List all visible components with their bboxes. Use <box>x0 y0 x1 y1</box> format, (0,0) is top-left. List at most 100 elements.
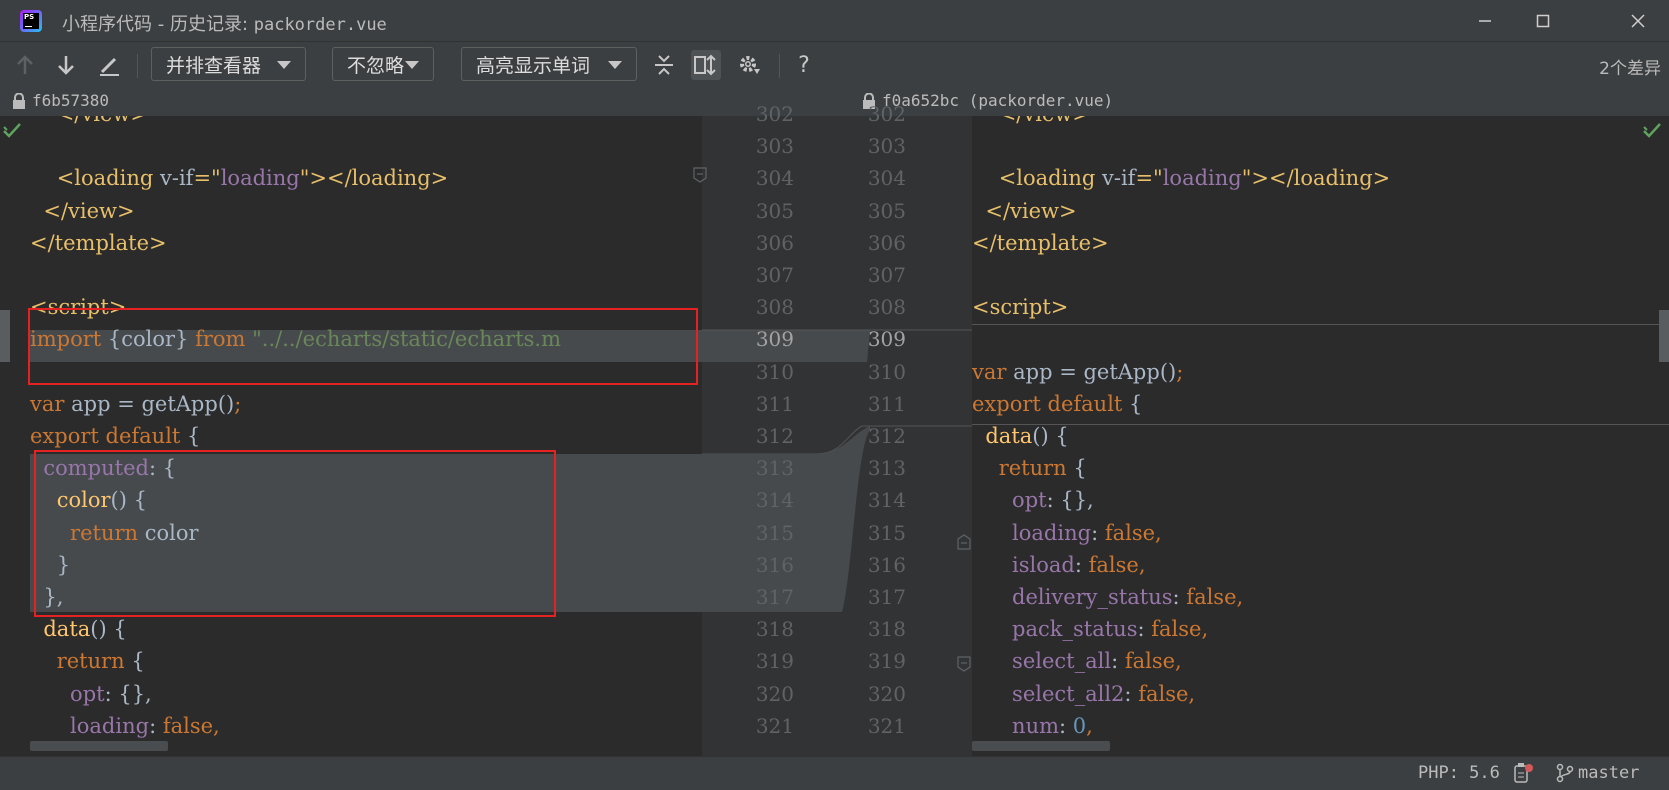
code-token: <loading <box>30 166 160 191</box>
code-token: loading <box>220 166 300 191</box>
code-line: </view> <box>972 195 1077 227</box>
code-token: opt <box>972 488 1047 513</box>
code-token: </view> <box>972 198 1077 223</box>
code-token: num <box>972 713 1060 738</box>
chevron-down-icon <box>277 61 291 69</box>
checkmark-icon <box>1643 123 1661 138</box>
line-number-left: 314 <box>755 488 794 513</box>
code-token: isload <box>972 552 1075 577</box>
fold-marker-icon[interactable] <box>957 534 971 550</box>
left-editor-pane[interactable]: </view> <loading v-if="loading"></loadin… <box>0 116 702 756</box>
code-token: { <box>1073 456 1087 481</box>
diff-count-label: 2个差异 <box>1599 59 1661 79</box>
code-token: { <box>187 424 201 448</box>
code-token: : <box>1074 552 1089 577</box>
line-number-left: 318 <box>755 617 794 642</box>
code-token: pack_status <box>972 617 1138 642</box>
code-token: false, <box>1088 552 1146 577</box>
window-title-file: packorder.vue <box>253 15 387 35</box>
diff-separator-line <box>972 324 1669 325</box>
viewer-mode-select[interactable]: 并排查看器 <box>151 47 306 81</box>
right-horizontal-scrollbar[interactable] <box>972 741 1110 751</box>
code-line: var app = getApp(); <box>972 356 1183 388</box>
code-line: </template> <box>30 227 167 259</box>
line-number-left: 305 <box>755 198 794 223</box>
git-branch-status[interactable]: master <box>1556 763 1639 783</box>
annotation-box-import <box>28 308 698 385</box>
code-token: : <box>149 713 163 738</box>
code-token: export default <box>972 391 1130 416</box>
code-token: return <box>30 649 132 674</box>
line-number-right: 303 <box>867 134 906 159</box>
code-token: loading <box>30 713 150 738</box>
code-token: 0 <box>1072 713 1087 738</box>
code-line: loading: false, <box>972 517 1162 549</box>
inspection-icon[interactable] <box>1512 761 1534 785</box>
checkmark-icon <box>3 123 21 138</box>
collapse-unchanged-icon[interactable] <box>649 50 679 80</box>
code-line: isload: false, <box>972 549 1146 581</box>
line-number-left: 316 <box>755 552 794 577</box>
code-token: : {}, <box>1046 488 1094 513</box>
php-version-status[interactable]: PHP: 5.6 <box>1418 763 1500 783</box>
code-line: return { <box>972 452 1087 484</box>
fold-marker-icon[interactable] <box>693 167 707 183</box>
code-line: opt: {}, <box>30 678 152 710</box>
code-token: <script> <box>972 295 1069 320</box>
right-editor-pane[interactable]: </view> <loading v-if="loading"></loadin… <box>972 116 1669 756</box>
chevron-down-icon <box>608 61 622 69</box>
maximize-icon[interactable] <box>1530 8 1556 34</box>
code-token: </view> <box>30 116 148 126</box>
code-token: false, <box>1138 681 1196 706</box>
line-number-left: 321 <box>755 713 794 738</box>
diff-toolbar: 并排查看器 不忽略 高亮显示单词 ? <box>0 42 1669 86</box>
line-number-left: 308 <box>755 295 794 320</box>
highlight-mode-select[interactable]: 高亮显示单词 <box>461 47 637 81</box>
arrow-up-icon[interactable] <box>10 50 40 80</box>
arrow-down-icon[interactable] <box>51 50 81 80</box>
line-number-left: 303 <box>755 134 794 159</box>
line-number-right: 321 <box>867 713 906 738</box>
fold-marker-icon[interactable] <box>957 656 971 672</box>
code-line: export default { <box>30 420 200 452</box>
line-number-left: 312 <box>755 424 794 448</box>
right-scroll-marker <box>1659 310 1669 362</box>
sync-scroll-icon[interactable] <box>691 50 721 80</box>
ignore-whitespace-select[interactable]: 不忽略 <box>332 47 434 81</box>
minimize-icon[interactable] <box>1472 8 1498 34</box>
code-line: data() { <box>30 613 126 645</box>
close-icon[interactable] <box>1625 8 1651 34</box>
code-token: : <box>1172 585 1187 609</box>
code-token: app = getApp() <box>1013 359 1177 384</box>
code-line: delivery_status: false, <box>972 581 1243 613</box>
help-icon[interactable]: ? <box>789 50 819 80</box>
left-scroll-marker <box>0 310 10 362</box>
code-token: false, <box>1151 617 1209 642</box>
code-line: <loading v-if="loading"></loading> <box>30 162 449 194</box>
code-token: : <box>1059 713 1073 738</box>
line-number-left: 319 <box>755 649 794 674</box>
code-token: v-if <box>1101 166 1136 191</box>
code-line: </template> <box>972 227 1109 259</box>
code-token: : {}, <box>104 681 152 706</box>
code-token: var <box>972 359 1014 384</box>
code-token: false, <box>1104 520 1162 545</box>
code-token: "></loading> <box>299 166 449 191</box>
left-horizontal-scrollbar[interactable] <box>30 741 168 751</box>
line-number-right: 319 <box>867 649 906 674</box>
line-number-right: 320 <box>867 681 906 706</box>
pencil-icon[interactable] <box>94 50 124 80</box>
code-token: data <box>30 617 91 642</box>
gear-icon[interactable] <box>734 50 764 80</box>
file-header-bar: f6b57380 f0a652bc (packorder.vue) <box>0 86 1669 117</box>
line-number-left: 307 <box>755 263 794 287</box>
code-line: </view> <box>972 116 1090 130</box>
code-line: opt: {}, <box>972 484 1094 516</box>
line-number-right: 310 <box>867 359 906 384</box>
code-line: select_all2: false, <box>972 678 1195 710</box>
code-token: ; <box>1176 359 1184 384</box>
line-number-right: 306 <box>867 230 906 255</box>
code-token: </view> <box>30 198 135 223</box>
code-token: <loading <box>972 166 1102 191</box>
code-token: loading <box>1162 166 1242 191</box>
